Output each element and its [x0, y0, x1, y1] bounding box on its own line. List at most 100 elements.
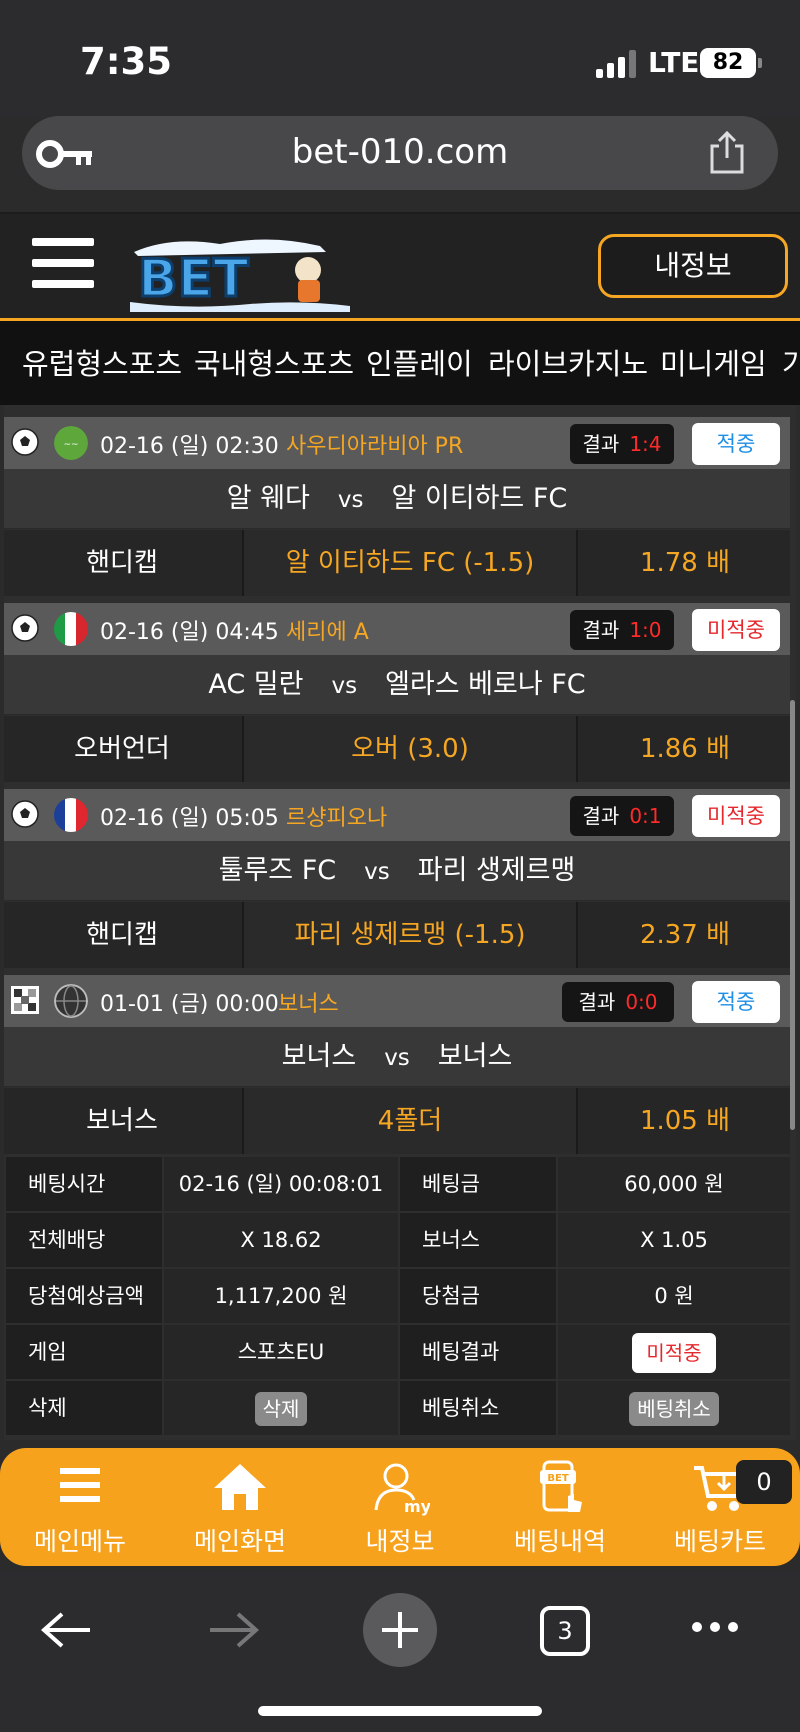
bottom-nav-home[interactable]: 메인화면: [160, 1448, 320, 1566]
match-score: 1:4: [629, 432, 662, 456]
bet-time-label: 베팅시간: [6, 1157, 162, 1211]
result-label: 결과: [582, 432, 620, 456]
match-datetime: 02-16 (일) 05:05: [100, 806, 279, 831]
status-badge: 미적중: [692, 795, 780, 837]
bet-row: 오버언더 오버 (3.0) 1.86 배: [4, 716, 790, 782]
away-team: 알 이티하드 FC: [391, 483, 568, 514]
signal-icon: [596, 50, 638, 78]
status-badge: 적중: [692, 423, 780, 465]
bet-row: 보너스 4폴더 1.05 배: [4, 1088, 790, 1154]
bottom-nav-label: 베팅카트: [673, 1527, 766, 1556]
back-arrow-icon[interactable]: [40, 1610, 94, 1650]
cancel-label: 베팅취소: [400, 1381, 556, 1435]
bet-time-value: 02-16 (일) 00:08:01: [164, 1157, 398, 1211]
match-score: 0:1: [629, 804, 662, 828]
menu-icon[interactable]: [32, 238, 94, 288]
bottom-nav-main-menu[interactable]: 메인메뉴: [0, 1448, 160, 1566]
summary-row: 게임 스포츠EU 베팅결과 미적중: [6, 1325, 790, 1379]
home-indicator: [258, 1706, 542, 1716]
teams-row: 툴루즈 FC vs 파리 생제르맹: [4, 841, 790, 901]
bet-summary-table: 베팅시간 02-16 (일) 00:08:01 베팅금 60,000 원 전체배…: [6, 1157, 790, 1437]
url-bar[interactable]: bet-010.com: [22, 116, 778, 190]
result-label: 결과: [582, 618, 620, 642]
home-team: 알 웨다: [226, 483, 310, 514]
bottom-nav-my-info[interactable]: my 내정보: [320, 1448, 480, 1566]
soccer-ball-icon: [11, 800, 39, 828]
summary-row: 삭제 삭제 베팅취소 베팅취소: [6, 1381, 790, 1435]
bet-logo[interactable]: BET: [130, 230, 356, 312]
status-badge: 미적중: [692, 609, 780, 651]
league-name: 르샹피오나: [286, 806, 388, 831]
home-team: AC 밀란: [208, 669, 304, 700]
nav-live-casino[interactable]: 라이브카지노: [488, 341, 648, 383]
nav-minigame[interactable]: 미니게임: [660, 341, 767, 383]
away-team: 보너스: [437, 1041, 513, 1072]
status-time: 7:35: [80, 40, 173, 83]
svg-text:BET: BET: [547, 1473, 568, 1484]
new-tab-icon[interactable]: [362, 1592, 438, 1668]
bottom-nav-bet-history[interactable]: BET 베팅내역: [480, 1448, 640, 1566]
bet-type: 핸디캡: [86, 920, 158, 950]
delete-button[interactable]: 삭제: [254, 1392, 308, 1426]
match-score: 0:0: [625, 990, 658, 1014]
url-text: bet-010.com: [291, 132, 509, 172]
bet-odds: 1.05 배: [639, 1106, 731, 1136]
more-options-icon[interactable]: [690, 1620, 740, 1634]
menu-icon: [60, 1468, 100, 1502]
cancel-cell: 베팅취소: [558, 1381, 790, 1435]
bet-phone-icon: BET: [540, 1460, 582, 1512]
bet-odds: 1.78 배: [639, 548, 731, 578]
bottom-nav: 메인메뉴 메인화면 my 내정보 BET 베팅내역 베팅카트 0: [0, 1448, 800, 1566]
teams-row: 알 웨다 vs 알 이티하드 FC: [4, 469, 790, 529]
scrollbar[interactable]: [790, 700, 795, 1130]
summary-row: 베팅시간 02-16 (일) 00:08:01 베팅금 60,000 원: [6, 1157, 790, 1211]
bet-row: 핸디캡 알 이티하드 FC (-1.5) 1.78 배: [4, 530, 790, 596]
svg-text:my: my: [404, 1497, 430, 1516]
match-datetime: 02-16 (일) 02:30: [100, 434, 279, 459]
soccer-ball-icon: [11, 428, 39, 456]
match-datetime: 02-16 (일) 04:45: [100, 620, 279, 645]
tabs-count-button[interactable]: 3: [540, 1606, 590, 1656]
delete-cell: 삭제: [164, 1381, 398, 1435]
match-score: 1:0: [629, 618, 662, 642]
result-box: 결과 1:0: [570, 610, 674, 650]
cart-count-badge: 0: [736, 1460, 792, 1504]
bet-result-badge: 미적중: [632, 1333, 716, 1373]
match-header: 02-16 (일) 04:45 세리에 A 결과 1:0 미적중: [4, 603, 790, 655]
soccer-ball-icon: [11, 614, 39, 642]
vs-label: vs: [384, 1045, 410, 1071]
delete-label: 삭제: [6, 1381, 162, 1435]
france-flag-icon: [54, 798, 88, 832]
nav-more[interactable]: 가: [782, 341, 800, 383]
bonus-label: 보너스: [400, 1213, 556, 1267]
nav-korean-sports[interactable]: 국내형스포츠: [194, 341, 354, 383]
nav-inplay[interactable]: 인플레이: [366, 341, 473, 383]
away-team: 엘라스 베로나 FC: [385, 669, 586, 700]
bet-slip-detail: ~~ 02-16 (일) 02:30 사우디아라비아 PR 결과 1:4 적중 알…: [4, 405, 796, 1440]
bottom-nav-label: 베팅내역: [513, 1527, 606, 1556]
game-value: 스포츠EU: [164, 1325, 398, 1379]
user-icon: my: [374, 1463, 430, 1516]
win-amount-value: 0 원: [558, 1269, 790, 1323]
cancel-bet-button[interactable]: 베팅취소: [629, 1392, 719, 1426]
share-icon[interactable]: [706, 130, 748, 176]
total-odds-label: 전체배당: [6, 1213, 162, 1267]
saudi-flag-icon: ~~: [54, 426, 88, 460]
bet-pick: 4폴더: [242, 1088, 578, 1154]
bottom-nav-label: 메인메뉴: [33, 1527, 126, 1556]
league-name: 보너스: [278, 992, 339, 1017]
bet-amount-label: 베팅금: [400, 1157, 556, 1211]
category-nav: 유럽형스포츠 국내형스포츠 인플레이 라이브카지노 미니게임 가: [0, 321, 800, 405]
league-name: 세리에 A: [286, 620, 369, 645]
my-info-button[interactable]: 내정보: [598, 234, 788, 298]
result-box: 결과 0:0: [562, 982, 674, 1022]
match-header: 01-01 (금) 00:00 보너스 결과 0:0 적중: [4, 975, 790, 1027]
bonus-value: X 1.05: [558, 1213, 790, 1267]
result-box: 결과 0:1: [570, 796, 674, 836]
result-label: 결과: [578, 990, 616, 1014]
teams-row: 보너스 vs 보너스: [4, 1027, 790, 1087]
away-team: 파리 생제르맹: [417, 855, 576, 886]
forward-arrow-icon[interactable]: [206, 1610, 260, 1650]
nav-european-sports[interactable]: 유럽형스포츠: [22, 341, 182, 383]
bet-odds: 1.86 배: [639, 734, 731, 764]
